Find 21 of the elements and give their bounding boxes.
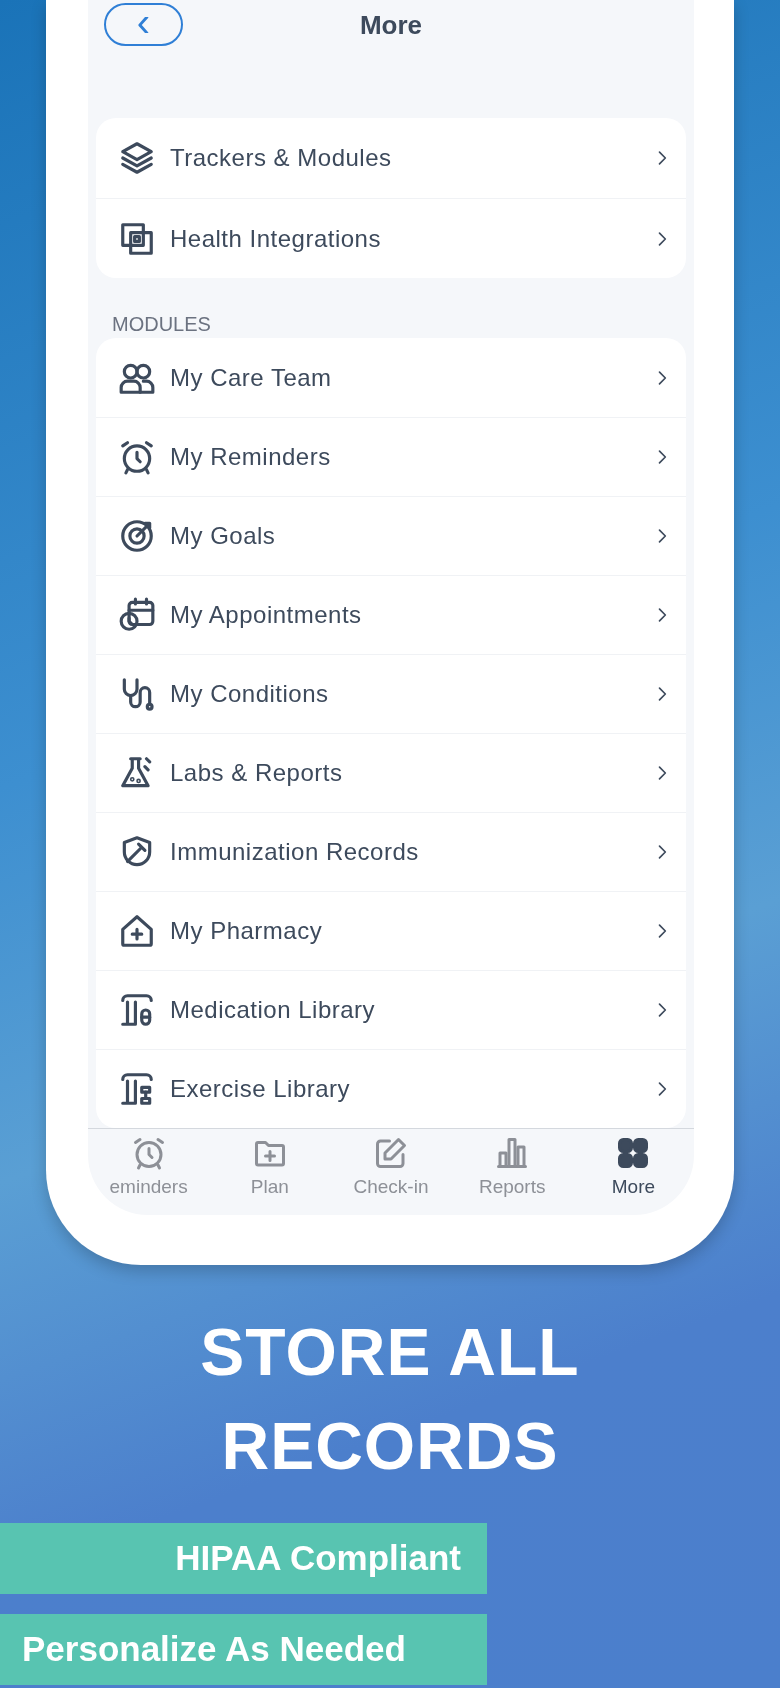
feature-badge: Personalize As Needed (0, 1614, 487, 1685)
menu-item[interactable]: My Appointments (96, 575, 686, 655)
section-label: MODULES (111, 314, 212, 335)
screen-title: More (359, 9, 423, 42)
menu-item[interactable]: My Conditions (96, 654, 686, 734)
menu-item[interactable]: Immunization Records (96, 812, 686, 892)
headline-text: RECORDS (221, 1408, 559, 1485)
menu-item[interactable]: Medication Library (96, 970, 686, 1050)
menu-item[interactable]: Labs & Reports (96, 733, 686, 813)
menu-item[interactable]: My Care Team (96, 338, 686, 418)
menu-item[interactable]: Health Integrations (96, 198, 686, 279)
menu-item[interactable]: Exercise Library (96, 1049, 686, 1129)
feature-badge: HIPAA Compliant (0, 1523, 487, 1594)
tab-button[interactable]: More (572, 1135, 694, 1202)
menu-item[interactable]: My Pharmacy (96, 891, 686, 971)
alarm-clock-icon (118, 438, 156, 477)
menu-item[interactable]: Trackers & Modules (96, 118, 686, 199)
headline-text: STORE ALL (200, 1314, 580, 1391)
menu-item[interactable]: My Reminders (96, 417, 686, 497)
menu-item[interactable]: My Goals (96, 496, 686, 576)
back-button[interactable]: ‹ (104, 3, 183, 46)
